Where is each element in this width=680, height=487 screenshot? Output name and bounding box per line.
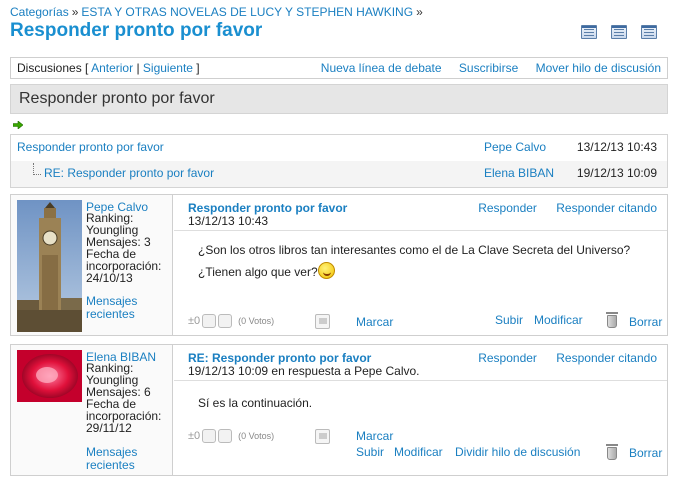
tree-date: 13/12/13 10:43 — [576, 140, 657, 154]
thumbs-down-icon[interactable] — [218, 429, 233, 443]
post-date: 13/12/13 10:43 — [188, 214, 269, 228]
post-header: Responder pronto por favor 13/12/13 10:4… — [174, 195, 667, 231]
expand-arrow-icon[interactable] — [13, 121, 23, 129]
recent-posts-link[interactable]: Mensajes recientes — [86, 446, 171, 472]
reply-quote-link[interactable]: Responder citando — [556, 351, 657, 365]
edit-link[interactable]: Modificar — [394, 445, 443, 459]
tree-row[interactable]: Responder pronto por favor Pepe Calvo 13… — [11, 135, 667, 161]
threaded-view-icon[interactable] — [611, 25, 627, 39]
move-up-link[interactable]: Subir — [356, 445, 384, 459]
list-view-icon[interactable] — [581, 25, 597, 39]
flag-icon[interactable] — [315, 314, 330, 329]
tree-branch-icon — [33, 163, 41, 175]
tree-subject-link[interactable]: RE: Responder pronto por favor — [44, 166, 214, 180]
discussions-label: Discusiones — [17, 61, 82, 75]
post-author-stats: Ranking: Youngling Mensajes: 3 Fecha de … — [86, 211, 162, 285]
reply-quote-link[interactable]: Responder citando — [556, 201, 657, 215]
post-title-link[interactable]: Responder pronto por favor — [188, 201, 347, 215]
post: Elena BIBAN Ranking: Youngling Mensajes:… — [10, 344, 668, 476]
delete-link[interactable]: Borrar — [629, 446, 662, 460]
new-thread-link[interactable]: Nueva línea de debate — [321, 61, 442, 75]
breadcrumb: Categorías» ESTA Y OTRAS NOVELAS DE LUCY … — [10, 5, 426, 19]
post-content: ¿Son los otros libros tan interesantes c… — [198, 239, 630, 283]
edit-link[interactable]: Modificar — [534, 313, 583, 327]
nav-separator: | — [136, 61, 140, 75]
tree-author-link[interactable]: Pepe Calvo — [484, 140, 546, 154]
post-text-line: ¿Tienen algo que ver? — [198, 265, 318, 279]
thread-tree: Responder pronto por favor Pepe Calvo 13… — [10, 134, 668, 188]
flag-icon[interactable] — [315, 429, 330, 444]
move-up-link[interactable]: Subir — [495, 313, 523, 327]
bracket-open: [ — [85, 61, 89, 75]
thumbs-up-icon[interactable] — [202, 429, 217, 443]
trash-icon[interactable] — [606, 444, 618, 460]
post-body: RE: Responder pronto por favor 19/12/13 … — [174, 345, 667, 475]
vote-score: ±0 — [188, 429, 201, 442]
post-footer: ±0 (0 Votos) Marcar Subir Modificar Divid… — [174, 429, 667, 475]
reply-link[interactable]: Responder — [478, 351, 537, 365]
post-text-line: Sí es la continuación. — [198, 396, 313, 410]
vote-widget: ±0 (0 Votos) — [188, 314, 274, 328]
breadcrumb-separator: » — [416, 5, 423, 19]
post-title-link[interactable]: RE: Responder pronto por favor — [188, 351, 371, 365]
subscribe-link[interactable]: Suscribirse — [459, 61, 518, 75]
post-author-stats: Ranking: Youngling Mensajes: 6 Fecha de … — [86, 361, 162, 435]
reply-link[interactable]: Responder — [478, 201, 537, 215]
vote-score: ±0 — [188, 314, 201, 327]
page-title: Responder pronto por favor — [10, 20, 263, 41]
flag-link[interactable]: Marcar — [356, 315, 393, 329]
thread-title: Responder pronto por favor — [10, 84, 668, 114]
move-thread-link[interactable]: Mover hilo de discusión — [536, 61, 661, 75]
breadcrumb-categories[interactable]: Categorías — [10, 5, 69, 19]
tree-date: 19/12/13 10:09 — [576, 166, 657, 180]
thumbs-up-icon[interactable] — [202, 314, 217, 328]
trash-icon[interactable] — [606, 312, 618, 328]
flag-link[interactable]: Marcar — [356, 429, 393, 443]
post-body: Responder pronto por favor 13/12/13 10:4… — [174, 195, 667, 335]
user-avatar[interactable] — [17, 350, 82, 402]
recent-posts-link[interactable]: Mensajes recientes — [86, 295, 171, 321]
tree-row[interactable]: RE: Responder pronto por favor Elena BIB… — [11, 161, 667, 187]
thumbs-down-icon[interactable] — [218, 314, 233, 328]
post-user-panel: Pepe Calvo Ranking: Youngling Mensajes: … — [11, 195, 173, 335]
smiley-icon — [317, 262, 335, 279]
vote-count: (0 Votos) — [238, 315, 275, 326]
previous-link[interactable]: Anterior — [91, 61, 133, 75]
breadcrumb-separator: » — [71, 5, 79, 19]
delete-link[interactable]: Borrar — [629, 315, 662, 329]
tree-author-link[interactable]: Elena BIBAN — [484, 166, 554, 180]
post-footer: ±0 (0 Votos) Marcar Subir Modificar Borra… — [174, 293, 667, 335]
split-thread-link[interactable]: Dividir hilo de discusión — [455, 445, 580, 459]
post-user-panel: Elena BIBAN Ranking: Youngling Mensajes:… — [11, 345, 173, 475]
next-link[interactable]: Siguiente — [143, 61, 193, 75]
post-header: RE: Responder pronto por favor 19/12/13 … — [174, 345, 667, 381]
post: Pepe Calvo Ranking: Youngling Mensajes: … — [10, 194, 668, 336]
flat-view-icon[interactable] — [641, 25, 657, 39]
post-date: 19/12/13 10:09 en respuesta a Pepe Calvo… — [188, 364, 420, 378]
post-content: Sí es la continuación. — [198, 392, 312, 414]
vote-widget: ±0 (0 Votos) — [188, 429, 274, 443]
discussion-nav-bar: Discusiones [ Anterior | Siguiente ] Nue… — [10, 57, 668, 79]
vote-count: (0 Votos) — [238, 430, 275, 441]
post-text-line: ¿Son los otros libros tan interesantes c… — [198, 243, 631, 257]
bracket-close: ] — [196, 61, 200, 75]
user-avatar[interactable] — [17, 200, 82, 332]
tree-subject-link[interactable]: Responder pronto por favor — [17, 140, 164, 154]
breadcrumb-category[interactable]: ESTA Y OTRAS NOVELAS DE LUCY Y STEPHEN H… — [81, 5, 413, 19]
